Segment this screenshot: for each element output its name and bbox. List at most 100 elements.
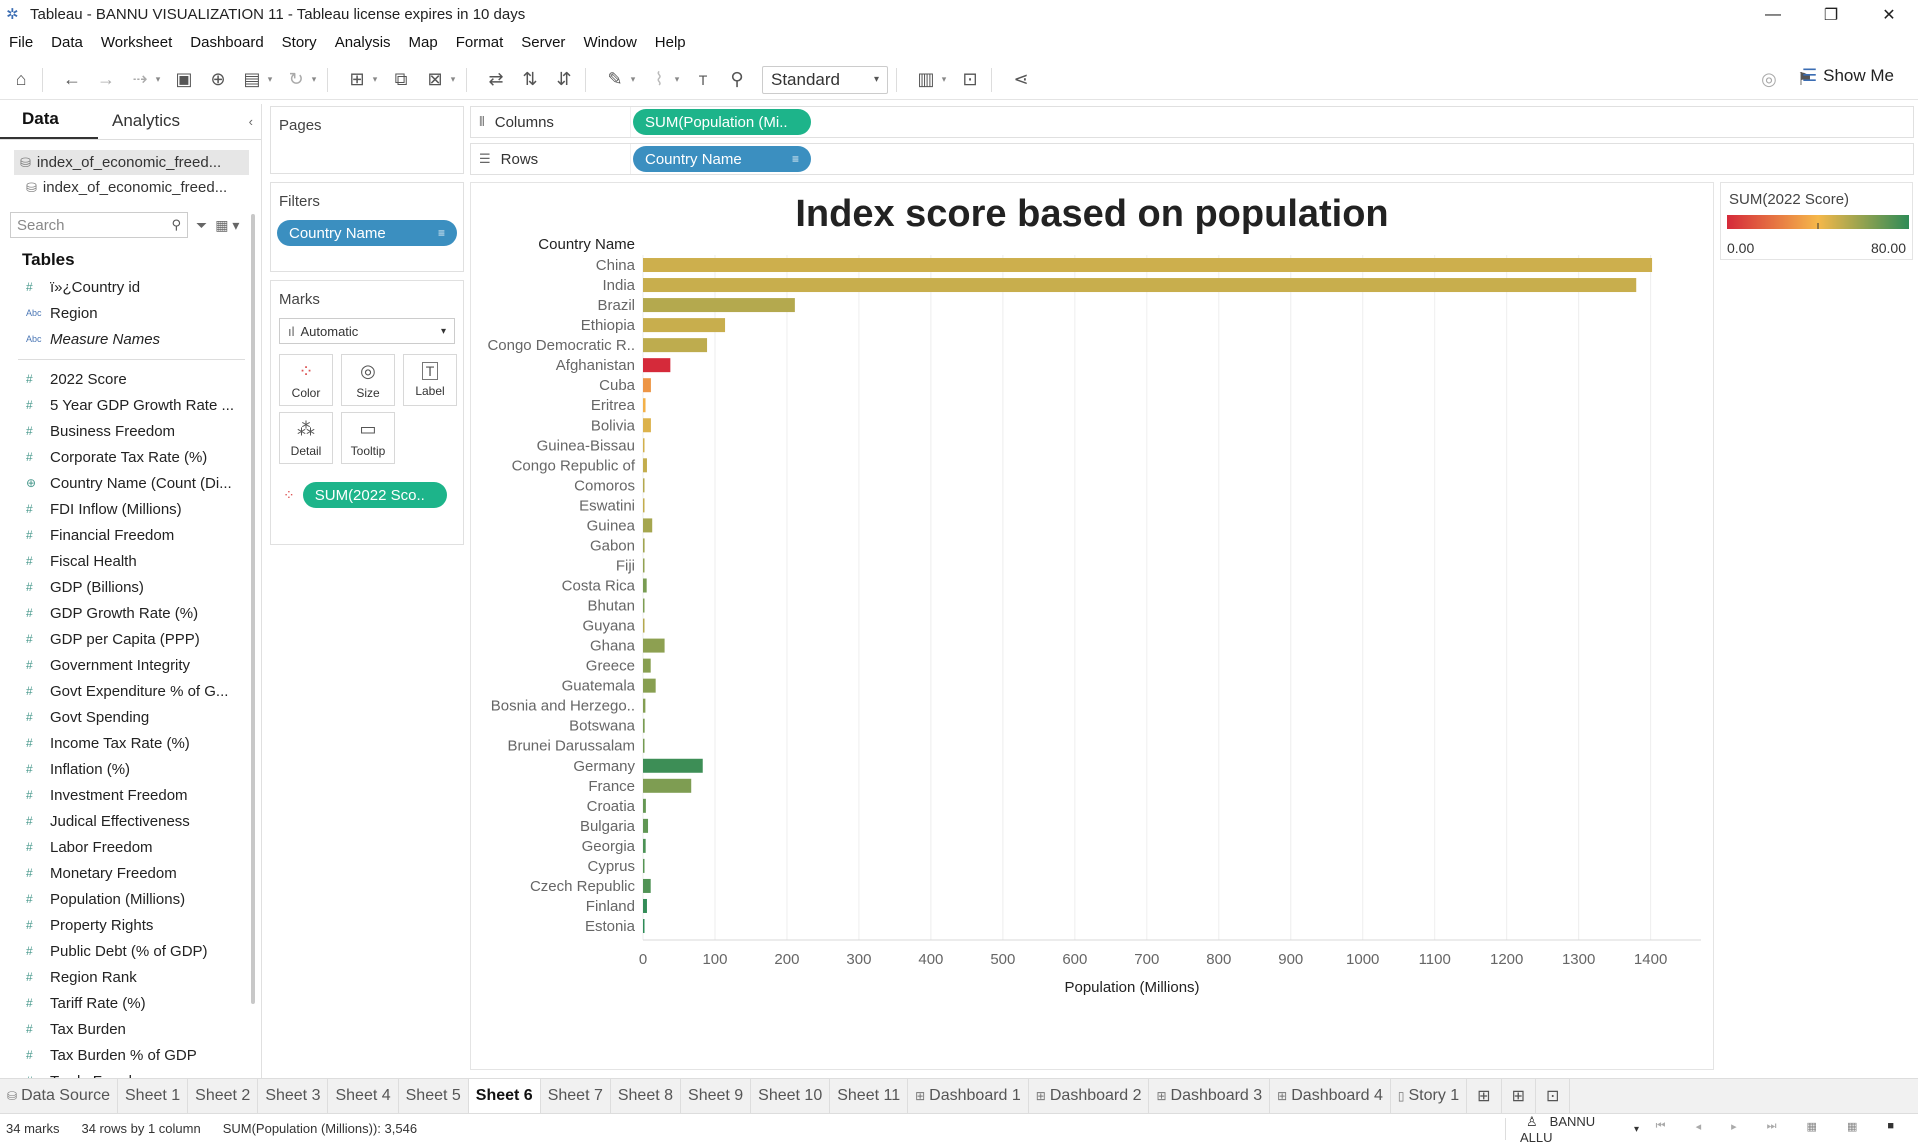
search-input[interactable]: Search ⚲ [10,212,188,238]
tab-data[interactable]: Data [0,109,98,139]
sheet-tab-story-1[interactable]: ▯ Story 1 [1391,1078,1468,1114]
field-item[interactable]: # Investment Freedom [0,782,240,808]
sheet-tab-sheet-6[interactable]: Sheet 6 [468,1078,541,1114]
new-dashboard-tab-icon[interactable]: ⊞ [1502,1078,1536,1114]
menu-item-help[interactable]: Help [646,34,695,51]
menu-item-format[interactable]: Format [447,34,513,51]
prev-sheet-icon[interactable]: ◂ [1696,1120,1702,1133]
datasource-item[interactable]: ⛁ index_of_economic_freed... [14,150,249,175]
new-datasource-icon[interactable]: ⊕ [205,67,231,93]
sheet-tab-data-source[interactable]: ⛁ Data Source [0,1078,118,1114]
color-mark-button[interactable]: ⁘ Color [279,354,333,406]
field-item[interactable]: # Income Tax Rate (%) [0,730,240,756]
field-item[interactable]: # Government Integrity [0,652,240,678]
field-item[interactable]: # GDP per Capita (PPP) [0,626,240,652]
dropdown-arrow-icon[interactable]: ▾ [939,67,949,93]
show-tabs-icon[interactable]: ■ [1887,1120,1894,1133]
dropdown-arrow-icon[interactable]: ▾ [370,67,380,93]
dropdown-arrow-icon[interactable]: ▾ [153,67,163,93]
show-cards-icon[interactable]: ▥ [913,67,939,93]
filter-icon[interactable]: ⏷ [196,217,207,234]
field-item[interactable]: # Monetary Freedom [0,860,240,886]
menu-item-window[interactable]: Window [574,34,645,51]
field-item[interactable]: # Govt Expenditure % of G... [0,678,240,704]
sheet-tab-dashboard-2[interactable]: ⊞ Dashboard 2 [1029,1078,1150,1114]
sheet-tab-sheet-7[interactable]: Sheet 7 [541,1078,611,1114]
menu-item-analysis[interactable]: Analysis [326,34,400,51]
marks-pill-2022-score[interactable]: SUM(2022 Sco.. [302,482,447,508]
datasource-item[interactable]: ⛁ index_of_economic_freed... [0,175,261,200]
dropdown-arrow-icon[interactable]: ▾ [309,67,319,93]
field-item[interactable]: # Property Rights [0,912,240,938]
sheet-tab-sheet-11[interactable]: Sheet 11 [830,1078,909,1114]
field-item[interactable]: # GDP (Billions) [0,574,240,600]
new-worksheet-icon[interactable]: ⊞ [344,67,370,93]
sort-descending-icon[interactable]: ⇵ [551,67,577,93]
field-item[interactable]: # Financial Freedom [0,522,240,548]
sheet-tab-sheet-2[interactable]: Sheet 2 [188,1078,259,1114]
field-item[interactable]: # Govt Spending [0,704,240,730]
label-mark-button[interactable]: T Label [403,354,457,406]
home-icon[interactable]: ⌂ [8,67,34,93]
swap-rows-columns-icon[interactable]: ⇄ [483,67,509,93]
filter-pill-country-name[interactable]: Country Name ≡ [277,220,457,246]
field-item[interactable]: # FDI Inflow (Millions) [0,496,240,522]
field-item[interactable]: # Corporate Tax Rate (%) [0,444,240,470]
sheet-tab-dashboard-1[interactable]: ⊞ Dashboard 1 [908,1078,1029,1114]
pause-updates-icon[interactable]: ▤ [239,67,265,93]
mark-type-select[interactable]: ıl Automatic ▾ [279,318,455,344]
sheet-tab-sheet-8[interactable]: Sheet 8 [611,1078,682,1114]
detail-mark-button[interactable]: ⁂ Detail [279,412,333,464]
fix-axes-icon[interactable]: ⚲ [724,67,750,93]
menu-item-worksheet[interactable]: Worksheet [92,34,181,51]
rows-shelf[interactable]: ☰ Rows Country Name ≡ [470,143,1914,175]
field-item[interactable]: # GDP Growth Rate (%) [0,600,240,626]
field-item[interactable]: # Inflation (%) [0,756,240,782]
close-button[interactable]: ✕ [1860,0,1918,29]
redo-icon[interactable]: → [93,67,119,93]
sheet-tab-dashboard-3[interactable]: ⊞ Dashboard 3 [1149,1078,1271,1114]
tooltip-mark-button[interactable]: ▭ Tooltip [341,412,395,464]
menu-item-dashboard[interactable]: Dashboard [181,34,272,51]
field-item[interactable]: # Tax Burden % of GDP [0,1042,240,1068]
field-item[interactable]: # ï»¿Country id [0,274,240,300]
menu-item-story[interactable]: Story [273,34,326,51]
sheet-tab-sheet-4[interactable]: Sheet 4 [328,1078,399,1114]
size-mark-button[interactable]: ◎ Size [341,354,395,406]
view-options-icon[interactable]: ▦ ▾ [215,217,239,234]
field-item[interactable]: # Fiscal Health [0,548,240,574]
show-me-button[interactable]: ☰ Show Me [1802,66,1894,86]
field-item[interactable]: ⊕ Country Name (Count (Di... [0,470,240,496]
sheet-tab-dashboard-4[interactable]: ⊞ Dashboard 4 [1270,1078,1391,1114]
menu-item-file[interactable]: File [0,34,42,51]
first-sheet-icon[interactable]: ⏮ [1656,1120,1666,1133]
field-item[interactable]: #2022 Score [0,366,240,392]
field-item[interactable]: # Labor Freedom [0,834,240,860]
user-menu[interactable]: ♙ BANNU ALLU ▾ [1505,1114,1655,1145]
tab-analytics[interactable]: Analytics [98,111,198,139]
share-icon[interactable]: ⋖ [1008,67,1034,93]
new-worksheet-tab-icon[interactable]: ⊞ [1467,1078,1502,1114]
menu-item-map[interactable]: Map [400,34,447,51]
field-item[interactable]: # Tariff Rate (%) [0,990,240,1016]
fit-select[interactable]: Standard ▾ [762,65,888,94]
dropdown-arrow-icon[interactable]: ▾ [672,67,682,93]
field-item[interactable]: # Tax Burden [0,1016,240,1042]
collapse-pane-icon[interactable]: ‹ [249,114,253,129]
duplicate-sheet-icon[interactable]: ⧉ [388,67,414,93]
replay-icon[interactable]: ⇢ [127,67,153,93]
field-item[interactable]: #5 Year GDP Growth Rate ... [0,392,240,418]
new-story-tab-icon[interactable]: ⊡ [1536,1078,1571,1114]
last-sheet-icon[interactable]: ⏭ [1767,1120,1777,1133]
field-item[interactable]: # Region Rank [0,964,240,990]
field-item[interactable]: Abc Measure Names [0,326,240,352]
clear-sheet-icon[interactable]: ⊠ [422,67,448,93]
field-item[interactable]: # Judical Effectiveness [0,808,240,834]
save-icon[interactable]: ▣ [171,67,197,93]
show-sheet-sorter-icon[interactable]: ▦ [1847,1120,1857,1133]
rows-pill[interactable]: Country Name ≡ [633,146,811,172]
dropdown-arrow-icon[interactable]: ▾ [628,67,638,93]
refresh-icon[interactable]: ↻ [283,67,309,93]
sheet-tab-sheet-5[interactable]: Sheet 5 [399,1078,469,1114]
sheet-tab-sheet-3[interactable]: Sheet 3 [258,1078,329,1114]
